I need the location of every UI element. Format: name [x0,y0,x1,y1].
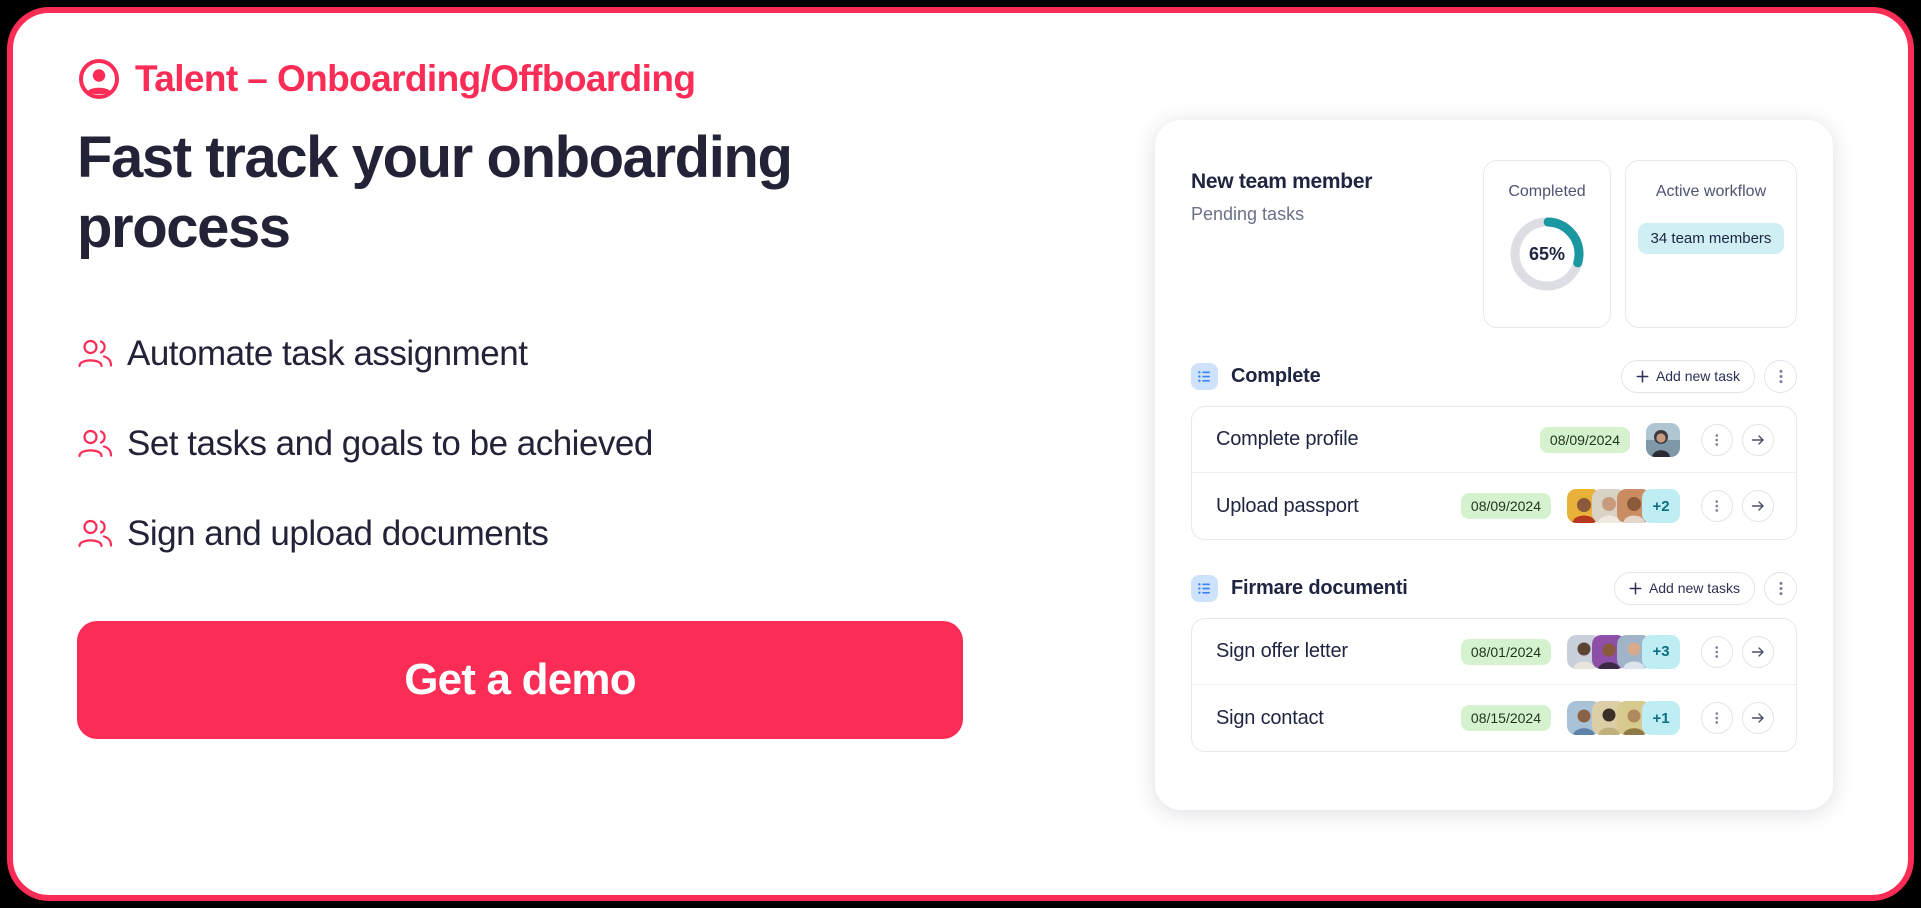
dashboard-header: New team member Pending tasks Completed … [1191,160,1797,328]
kebab-menu-icon [1779,369,1782,383]
list-icon [1191,362,1218,390]
promo-left-column: Talent – Onboarding/Offboarding Fast tra… [77,57,1007,740]
arrow-right-icon [1751,434,1764,445]
completed-stat-card: Completed 65% [1483,160,1611,328]
avatar [1646,422,1680,457]
completed-percent: 65% [1528,243,1566,264]
group-title: Firmare documenti [1231,576,1408,599]
kebab-menu-icon [1715,645,1719,658]
plus-icon [1636,370,1649,382]
task-name: Sign offer letter [1216,640,1348,662]
task-open-button[interactable] [1742,702,1774,734]
arrow-right-icon [1751,501,1764,511]
avatar-stack [1646,422,1680,457]
task-group-firmare-documenti: Firmare documenti Add new tasks Sign off… [1191,570,1797,752]
task-open-button[interactable] [1742,423,1774,456]
feature-label: Set tasks and goals to be achieved [127,424,653,464]
dashboard-titles: New team member Pending tasks [1191,160,1483,225]
avatar-stack: +1 [1567,701,1680,735]
list-item: Automate task assignment [77,309,1007,399]
plus-icon [1629,582,1642,594]
arrow-right-icon [1751,713,1764,723]
avatar-overflow-count: +1 [1642,701,1680,735]
eyebrow: Talent – Onboarding/Offboarding [77,57,1007,101]
task-name: Upload passport [1216,494,1359,517]
feature-label: Automate task assignment [127,334,528,374]
table-row[interactable]: Upload passport 08/09/2024 +2 [1192,473,1796,539]
task-date-badge: 08/09/2024 [1460,493,1551,519]
avatar-stack: +3 [1567,634,1680,669]
task-list: Sign offer letter 08/01/2024 +3 Sign con… [1191,618,1797,752]
task-name: Sign contact [1216,706,1324,729]
people-icon [78,340,113,368]
list-item: Sign and upload documents [77,489,1007,579]
talent-user-circle-icon [79,59,119,99]
task-menu-button[interactable] [1701,490,1733,522]
people-icon [78,430,113,458]
arrow-right-icon [1751,646,1764,657]
add-new-task-button[interactable]: Add new task [1620,359,1755,393]
group-menu-button[interactable] [1764,571,1797,605]
task-menu-button[interactable] [1701,635,1733,668]
task-menu-button[interactable] [1701,423,1733,456]
people-icon [78,520,113,548]
avatar-overflow-count: +2 [1642,489,1680,523]
task-date-badge: 08/15/2024 [1460,705,1551,731]
group-menu-button[interactable] [1764,359,1797,393]
table-row[interactable]: Sign contact 08/15/2024 +1 [1192,685,1796,751]
get-a-demo-button[interactable]: Get a demo [77,621,963,740]
dashboard-card: New team member Pending tasks Completed … [1155,120,1833,810]
task-date-badge: 08/01/2024 [1460,638,1551,665]
group-title: Complete [1231,364,1321,387]
list-icon [1191,574,1218,602]
add-new-task-label: Add new task [1655,368,1740,384]
active-workflow-label: Active workflow [1655,183,1767,200]
active-workflow-stat-card: Active workflow 34 team members [1625,160,1797,328]
add-new-tasks-label: Add new tasks [1648,580,1740,596]
task-open-button[interactable] [1742,635,1774,668]
task-group-complete: Complete Add new task Complete profile 0… [1191,358,1797,540]
feature-list: Automate task assignment Set tasks and g… [77,309,1007,579]
task-date-badge: 08/09/2024 [1539,426,1630,453]
dashboard-subtitle: Pending tasks [1191,204,1305,224]
team-members-badge: 34 team members [1637,223,1785,254]
task-open-button[interactable] [1742,490,1774,522]
avatar-stack: +2 [1567,489,1680,523]
completed-label: Completed [1508,183,1586,200]
promo-card: Talent – Onboarding/Offboarding Fast tra… [7,7,1914,901]
task-name: Complete profile [1216,428,1359,450]
completed-donut-chart: 65% [1506,213,1588,295]
avatar-overflow-count: +3 [1642,634,1680,669]
kebab-menu-icon [1715,433,1719,446]
add-new-tasks-button[interactable]: Add new tasks [1613,571,1755,605]
kebab-menu-icon [1779,581,1782,595]
feature-label: Sign and upload documents [127,514,549,554]
group-header: Complete Add new task [1191,358,1797,394]
eyebrow-label: Talent – Onboarding/Offboarding [135,58,696,99]
page-title: Fast track your onboarding process [77,125,793,261]
dashboard-title: New team member [1191,170,1373,193]
list-glyph [1198,370,1210,382]
kebab-menu-icon [1715,712,1719,724]
task-menu-button[interactable] [1701,702,1733,734]
kebab-menu-icon [1715,500,1719,512]
table-row[interactable]: Sign offer letter 08/01/2024 +3 [1192,619,1796,685]
table-row[interactable]: Complete profile 08/09/2024 [1192,407,1796,473]
list-item: Set tasks and goals to be achieved [77,399,1007,489]
group-header: Firmare documenti Add new tasks [1191,570,1797,606]
list-glyph [1198,582,1210,594]
task-list: Complete profile 08/09/2024 Upload passp… [1191,406,1797,540]
